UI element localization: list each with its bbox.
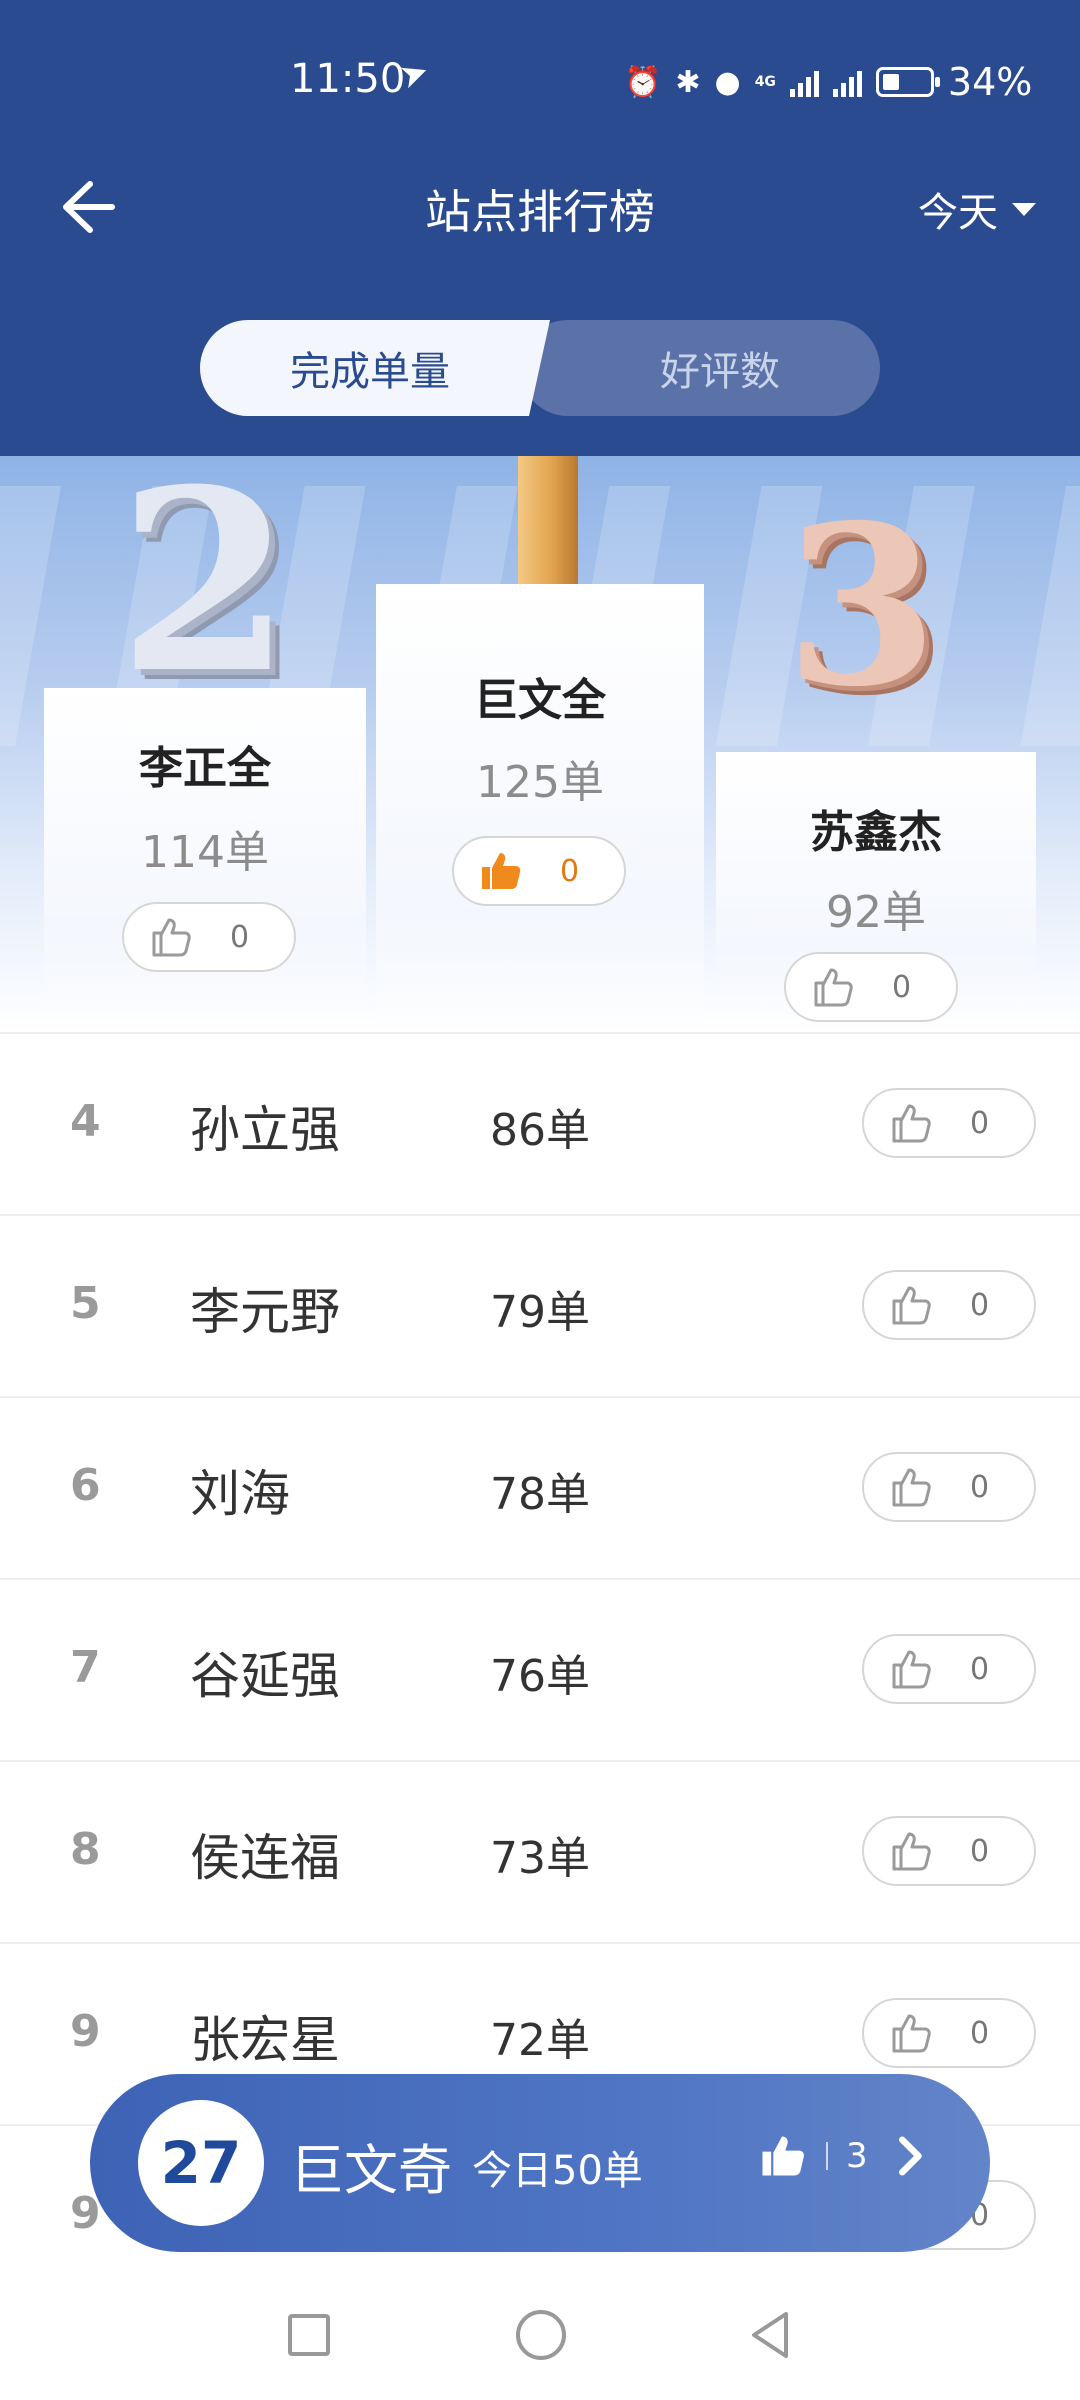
third-like-button[interactable]: 0 xyxy=(784,952,958,1022)
first-name: 巨文全 xyxy=(474,675,606,726)
row-like-button[interactable]: 0 xyxy=(862,1998,1036,2068)
my-like-summary[interactable]: 3 xyxy=(756,2130,938,2182)
network-4g-label: 4G xyxy=(754,74,776,90)
row-rank: 7 xyxy=(70,1642,101,1693)
row-name: 张宏星 xyxy=(190,2011,340,2069)
thumbs-up-icon xyxy=(892,1286,931,1325)
row-count: 86单 xyxy=(490,1105,590,1156)
my-rank-badge: 27 xyxy=(138,2100,264,2226)
table-row: 6 刘海 78单 0 xyxy=(0,1396,1080,1578)
date-filter-label: 今天 xyxy=(918,190,998,236)
thumbs-up-filled-icon xyxy=(762,2136,804,2176)
battery-icon xyxy=(875,67,940,97)
my-today-count: 今日50单 xyxy=(472,2148,643,2194)
row-like-count: 0 xyxy=(970,1287,990,1323)
thumbs-up-icon xyxy=(892,1104,931,1143)
thumbs-up-icon xyxy=(152,918,191,957)
first-like-count: 0 xyxy=(560,853,580,889)
third-count: 92单 xyxy=(826,887,926,938)
first-count: 125单 xyxy=(476,757,604,808)
row-like-count: 0 xyxy=(970,1833,990,1869)
row-name: 李元野 xyxy=(190,1283,340,1341)
back-triangle-icon[interactable] xyxy=(748,2310,792,2360)
second-name: 李正全 xyxy=(139,743,271,794)
home-button[interactable] xyxy=(516,2310,566,2360)
table-row: 7 谷延强 76单 0 xyxy=(0,1578,1080,1760)
row-count: 73单 xyxy=(490,1833,590,1884)
row-count: 72单 xyxy=(490,2015,590,2066)
tab-group: 好评数 完成单量 xyxy=(200,320,880,416)
status-icons: ⏰ ✱ ● 4G 34% xyxy=(624,60,1032,104)
recent-apps-button[interactable] xyxy=(288,2314,330,2356)
thumbs-up-filled-icon xyxy=(482,853,521,889)
thumbs-up-icon xyxy=(814,968,853,1007)
row-like-button[interactable]: 0 xyxy=(862,1088,1036,1158)
row-rank: 8 xyxy=(70,1824,101,1875)
status-time: 11:50 xyxy=(290,56,406,102)
row-rank: 4 xyxy=(70,1096,101,1147)
signal-icon-2 xyxy=(832,67,862,97)
thumbs-up-icon xyxy=(892,2014,931,2053)
signal-icon xyxy=(789,67,819,97)
tab-completed-orders[interactable]: 完成单量 xyxy=(200,320,550,416)
row-like-count: 0 xyxy=(970,1651,990,1687)
row-like-button[interactable]: 0 xyxy=(862,1816,1036,1886)
chevron-down-icon xyxy=(1012,202,1036,216)
row-rank: 6 xyxy=(70,1460,101,1511)
thumbs-up-icon xyxy=(892,1650,931,1689)
battery-percent: 34% xyxy=(947,60,1033,104)
bluetooth-icon: ✱ xyxy=(675,64,701,100)
row-name: 孙立强 xyxy=(190,1101,340,1159)
row-like-count: 0 xyxy=(970,1105,990,1141)
second-count: 114单 xyxy=(141,827,269,878)
status-bar: 11:50 ➤ ⏰ ✱ ● 4G 34% xyxy=(0,50,1080,112)
system-nav-bar xyxy=(0,2290,1080,2400)
my-name: 巨文奇 xyxy=(290,2139,452,2202)
divider xyxy=(826,2142,828,2170)
third-like-count: 0 xyxy=(892,969,912,1005)
first-like-button[interactable]: 0 xyxy=(452,836,626,906)
row-count: 78单 xyxy=(490,1469,590,1520)
row-count: 76单 xyxy=(490,1651,590,1702)
row-rank: 5 xyxy=(70,1278,101,1329)
table-row: 5 李元野 79单 0 xyxy=(0,1214,1080,1396)
row-like-count: 0 xyxy=(970,2015,990,2051)
table-row: 4 孙立强 86单 0 xyxy=(0,1032,1080,1214)
row-rank: 9 xyxy=(70,2006,101,2057)
thumbs-up-icon xyxy=(892,1468,931,1507)
row-like-button[interactable]: 0 xyxy=(862,1634,1036,1704)
row-name: 刘海 xyxy=(190,1465,290,1523)
row-name: 谷延强 xyxy=(190,1647,340,1705)
thumbs-up-icon xyxy=(892,1832,931,1871)
tab-good-reviews[interactable]: 好评数 xyxy=(520,320,880,416)
table-row: 8 侯连福 73单 0 xyxy=(0,1760,1080,1942)
header: 11:50 ➤ ⏰ ✱ ● 4G 34% 站点排行榜 今天 好评数 完成单量 xyxy=(0,0,1080,456)
third-name: 苏鑫杰 xyxy=(810,807,942,858)
podium: 2 3 李正全 114单 0 巨文全 125单 0 苏鑫杰 92单 0 xyxy=(0,456,1080,1032)
my-rank-bar[interactable]: 27 巨文奇 今日50单 3 xyxy=(90,2074,990,2252)
row-like-button[interactable]: 0 xyxy=(862,1452,1036,1522)
rank-2-mark: 2 xyxy=(118,456,292,728)
location-pin-icon: ● xyxy=(714,64,741,100)
second-like-count: 0 xyxy=(230,919,250,955)
row-count: 79单 xyxy=(490,1287,590,1338)
alarm-icon: ⏰ xyxy=(624,64,662,100)
chevron-right-icon xyxy=(898,2136,922,2176)
row-name: 侯连福 xyxy=(190,1829,340,1887)
my-like-count: 3 xyxy=(846,2136,868,2176)
date-filter-dropdown[interactable]: 今天 xyxy=(918,180,1036,238)
row-like-button[interactable]: 0 xyxy=(862,1270,1036,1340)
second-like-button[interactable]: 0 xyxy=(122,902,296,972)
rank-3-mark: 3 xyxy=(785,476,939,735)
row-like-count: 0 xyxy=(970,1469,990,1505)
